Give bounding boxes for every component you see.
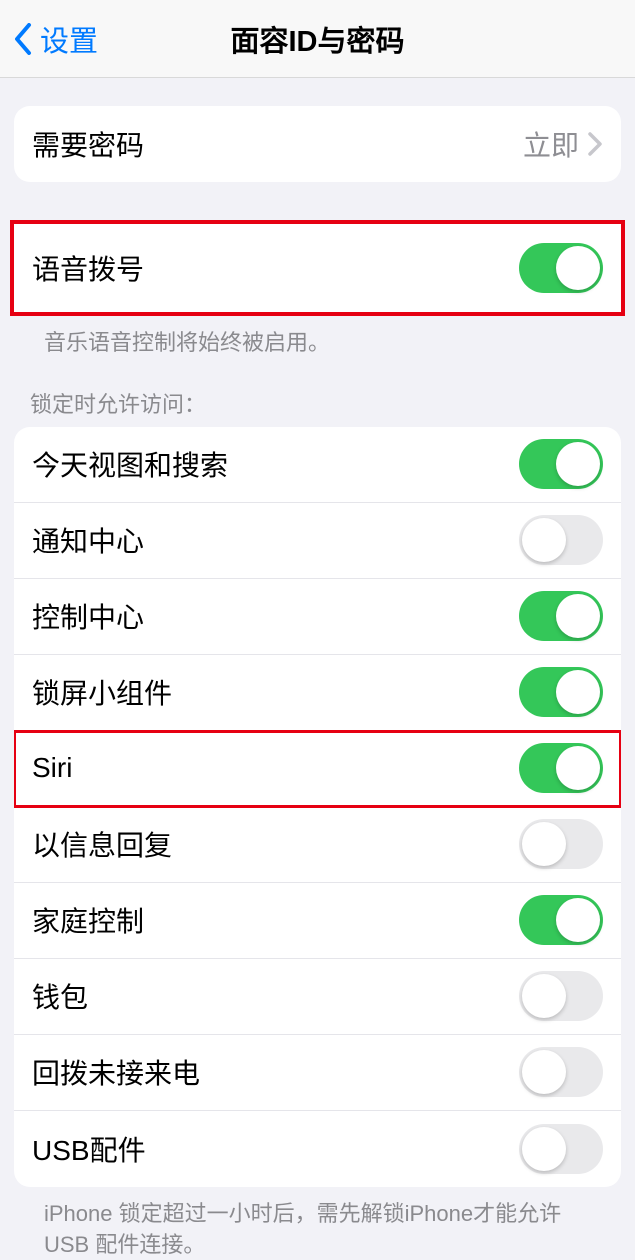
lock-access-header: 锁定时允许访问：: [0, 359, 635, 427]
row-lock-item: 今天视图和搜索: [14, 427, 621, 503]
page-title: 面容ID与密码: [230, 18, 404, 60]
chevron-left-icon: [10, 19, 36, 59]
row-label: 控制中心: [32, 596, 519, 636]
chevron-right-icon: [587, 130, 603, 158]
row-lock-item: 钱包: [14, 959, 621, 1035]
toggle-lock-item[interactable]: [519, 439, 603, 489]
row-label: 以信息回复: [32, 824, 519, 864]
toggle-lock-item[interactable]: [519, 1047, 603, 1097]
back-label: 设置: [36, 18, 98, 60]
row-label: 回拨未接来电: [32, 1052, 519, 1092]
row-require-passcode[interactable]: 需要密码 立即: [14, 106, 621, 182]
toggle-voice-dial[interactable]: [519, 243, 603, 293]
row-lock-item: Siri: [14, 731, 621, 807]
row-label: 需要密码: [32, 124, 523, 164]
row-label: 语音拨号: [32, 248, 519, 288]
row-lock-item: 锁屏小组件: [14, 655, 621, 731]
row-label: 锁屏小组件: [32, 672, 519, 712]
toggle-lock-item[interactable]: [519, 895, 603, 945]
toggle-lock-item[interactable]: [519, 1124, 603, 1174]
nav-header: 设置 面容ID与密码: [0, 0, 635, 78]
toggle-lock-item[interactable]: [519, 971, 603, 1021]
voice-dial-footer: 音乐语音控制将始终被启用。: [14, 316, 621, 359]
toggle-lock-item[interactable]: [519, 515, 603, 565]
toggle-lock-item[interactable]: [519, 743, 603, 793]
group-require-passcode: 需要密码 立即: [14, 106, 621, 182]
row-lock-item: 以信息回复: [14, 807, 621, 883]
row-voice-dial: 语音拨号: [14, 224, 621, 312]
row-lock-item: 控制中心: [14, 579, 621, 655]
row-label: 家庭控制: [32, 900, 519, 940]
row-label: USB配件: [32, 1129, 519, 1169]
row-lock-item: USB配件: [14, 1111, 621, 1187]
group-voice-dial: 语音拨号 音乐语音控制将始终被启用。: [14, 220, 621, 359]
back-button[interactable]: 设置: [0, 18, 98, 60]
highlight-box-voice-dial: 语音拨号: [10, 220, 625, 316]
row-lock-item: 通知中心: [14, 503, 621, 579]
row-label: 钱包: [32, 976, 519, 1016]
row-label: Siri: [32, 752, 519, 784]
group-lock-access: 今天视图和搜索通知中心控制中心锁屏小组件 Siri 以信息回复家庭控制钱包回拨未接来…: [14, 427, 621, 1260]
toggle-lock-item[interactable]: [519, 819, 603, 869]
lock-access-footer: iPhone 锁定超过一小时后，需先解锁iPhone才能允许USB 配件连接。: [14, 1187, 621, 1260]
row-lock-item: 家庭控制: [14, 883, 621, 959]
row-label: 通知中心: [32, 520, 519, 560]
row-label: 今天视图和搜索: [32, 444, 519, 484]
row-value: 立即: [523, 124, 579, 164]
toggle-lock-item[interactable]: [519, 591, 603, 641]
toggle-lock-item[interactable]: [519, 667, 603, 717]
row-lock-item: 回拨未接来电: [14, 1035, 621, 1111]
